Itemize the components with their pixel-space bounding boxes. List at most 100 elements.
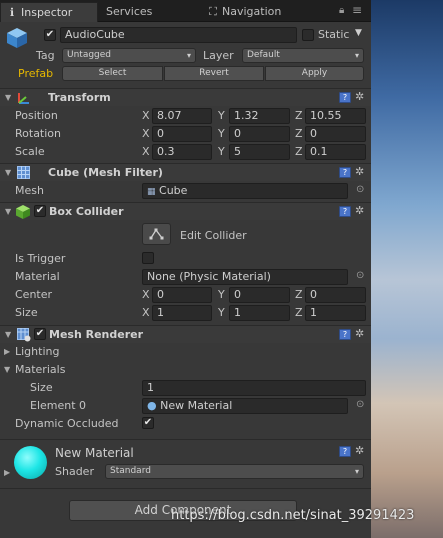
material-foldout-icon[interactable]: ▶ [4,468,10,477]
dynamic-occluded-checkbox[interactable]: ✔ [142,417,154,429]
position-x-field[interactable]: 8.07 [152,108,212,124]
material-preview-sphere [14,446,47,479]
prefab-select-button[interactable]: Select [62,66,163,81]
axis-z-label: Z [295,288,303,301]
mesh-filter-header[interactable]: ▼ Cube (Mesh Filter) ? ✲ [0,163,371,181]
object-name-field[interactable]: AudioCube [60,27,297,43]
gear-icon[interactable]: ✲ [355,165,364,178]
rotation-x-field[interactable]: 0 [152,126,212,142]
dynamic-occluded-label: Dynamic Occluded [15,417,119,430]
box-collider-title: Box Collider [49,205,124,218]
edit-collider-button[interactable] [142,223,171,245]
lighting-label[interactable]: Lighting [15,345,59,358]
prefab-apply-button[interactable]: Apply [265,66,364,81]
mesh-icon: ▦ [147,187,156,197]
gear-icon[interactable]: ✲ [355,204,364,217]
axis-y-label: Y [218,288,225,301]
rotation-y-field[interactable]: 0 [229,126,290,142]
static-dropdown-icon[interactable]: ▼ [355,28,362,38]
box-collider-enabled-checkbox[interactable]: ✔ [34,205,46,217]
help-icon[interactable]: ? [339,329,351,340]
gear-icon[interactable]: ✲ [355,444,364,457]
prefab-revert-button[interactable]: Revert [164,66,264,81]
center-z-field[interactable]: 0 [305,287,366,303]
position-y-field[interactable]: 1.32 [229,108,290,124]
transform-header[interactable]: ▼ Transform ? ✲ [0,88,371,106]
is-trigger-label: Is Trigger [15,252,66,265]
axis-z-label: Z [295,145,303,158]
tab-inspector[interactable]: ℹ Inspector [0,2,98,22]
mesh-filter-icon [17,166,30,182]
divider [0,488,371,489]
scene-background [371,0,443,538]
tag-dropdown[interactable]: Untagged ▾ [62,48,196,63]
lighting-foldout-icon[interactable]: ▶ [4,347,10,356]
axis-x-label: X [142,306,150,319]
materials-size-label: Size [30,381,53,394]
scale-x-field[interactable]: 0.3 [152,144,212,160]
transform-title: Transform [48,91,111,104]
object-picker-icon[interactable]: ⊙ [356,270,364,281]
help-icon[interactable]: ? [339,92,351,103]
position-label: Position [15,109,58,122]
divider [0,439,371,440]
help-icon[interactable]: ? [339,167,351,178]
static-checkbox[interactable] [302,29,314,41]
object-picker-icon[interactable]: ⊙ [356,399,364,410]
tab-navigation[interactable]: ⛶ Navigation [202,2,312,22]
material-label: Material [15,270,60,283]
axis-y-label: Y [218,109,225,122]
active-checkbox[interactable]: ✔ [44,29,56,41]
edit-collider-label: Edit Collider [180,229,247,242]
tab-services[interactable]: Services [100,2,190,22]
axis-x-label: X [142,145,150,158]
materials-foldout-icon[interactable]: ▼ [4,365,10,374]
size-x-field[interactable]: 1 [152,305,212,321]
material-name: New Material [55,446,134,460]
foldout-arrow-icon[interactable]: ▼ [5,330,11,339]
axis-z-label: Z [295,127,303,140]
element0-field[interactable]: ● New Material [142,398,348,414]
static-label: Static [318,28,350,41]
mesh-renderer-enabled-checkbox[interactable]: ✔ [34,328,46,340]
tab-menu-icon[interactable]: ≡ [352,3,362,17]
lock-icon[interactable]: 🔒︎ [339,5,344,16]
help-icon[interactable]: ? [339,206,351,217]
shader-label: Shader [55,465,94,478]
scale-y-field[interactable]: 5 [229,144,290,160]
tag-label: Tag [36,49,55,62]
shader-dropdown[interactable]: Standard ▾ [105,464,364,479]
box-collider-icon [16,205,30,222]
box-collider-header[interactable]: ▼ ✔ Box Collider ? ✲ [0,202,371,220]
axis-y-label: Y [218,127,225,140]
center-y-field[interactable]: 0 [229,287,290,303]
materials-label[interactable]: Materials [15,363,65,376]
mesh-object-field[interactable]: ▦ Cube [142,183,348,199]
gear-icon[interactable]: ✲ [355,90,364,103]
layer-dropdown[interactable]: Default ▾ [242,48,364,63]
foldout-arrow-icon[interactable]: ▼ [5,93,11,102]
axis-z-label: Z [295,306,303,319]
object-picker-icon[interactable]: ⊙ [356,184,364,195]
is-trigger-checkbox[interactable] [142,252,154,264]
size-z-field[interactable]: 1 [305,305,366,321]
foldout-arrow-icon[interactable]: ▼ [5,168,11,177]
axis-x-label: X [142,109,150,122]
mesh-filter-title: Cube (Mesh Filter) [48,166,163,179]
materials-size-field[interactable]: 1 [142,380,366,396]
scale-z-field[interactable]: 0.1 [305,144,366,160]
edit-collider-icon [149,228,164,240]
physic-material-field[interactable]: None (Physic Material) [142,269,348,285]
element0-label: Element 0 [30,399,87,412]
axis-y-label: Y [218,145,225,158]
center-x-field[interactable]: 0 [152,287,212,303]
size-y-field[interactable]: 1 [229,305,290,321]
mesh-label: Mesh [15,184,44,197]
help-icon[interactable]: ? [339,446,351,457]
axis-x-label: X [142,127,150,140]
rotation-z-field[interactable]: 0 [305,126,366,142]
position-z-field[interactable]: 10.55 [305,108,366,124]
foldout-arrow-icon[interactable]: ▼ [5,207,11,216]
gear-icon[interactable]: ✲ [355,327,364,340]
mesh-renderer-header[interactable]: ▼ ✔ Mesh Renderer ? ✲ [0,325,371,343]
